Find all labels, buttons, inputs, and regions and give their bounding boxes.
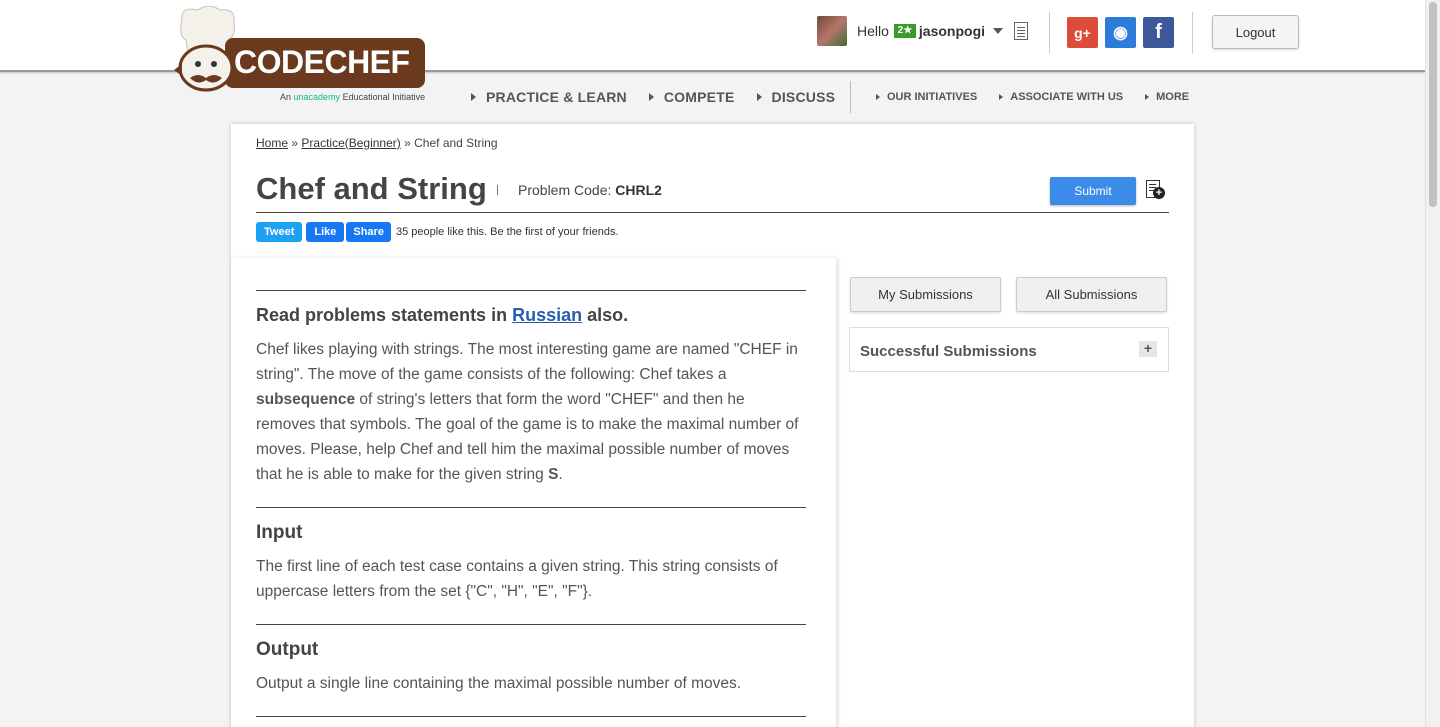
page-title: Chef and String [256,171,487,206]
nav-label: COMPETE [663,89,735,105]
logo-wordmark: CODECHEF [234,44,410,80]
secondary-nav: OUR INITIATIVES ASSOCIATE WITH US MORE [876,91,1211,103]
input-text: The first line of each test case contain… [256,558,778,600]
main-nav: PRACTICE & LEARN COMPETE DISCUSS [471,89,857,105]
tweet-button[interactable]: Tweet [256,222,303,242]
scrollbar-thumb[interactable] [1429,2,1437,207]
statement-text: Chef likes playing with strings. The mos… [256,341,798,383]
input-heading: Input [256,522,303,543]
caret-right-icon [648,93,654,101]
successful-submissions-panel[interactable]: Successful Submissions + [849,327,1169,372]
all-submissions-button[interactable]: All Submissions [1016,277,1167,312]
caret-right-icon [876,94,880,100]
translation-suffix: also. [587,305,629,325]
output-heading: Output [256,639,319,660]
section-rule [256,624,806,625]
tweet-label: Tweet [264,226,295,238]
problem-code-label: Problem Code: [518,182,612,198]
star-rating-badge: 2★ [893,24,916,38]
translation-prefix: Read problems statements in [256,305,508,325]
statement-bold: subsequence [256,391,356,408]
problem-code-value: CHRL2 [615,182,662,198]
breadcrumb-separator: » [291,136,299,150]
successful-submissions-label: Successful Submissions [860,343,1037,360]
logo-tagline: An unacademy Educational Initiative [280,92,425,102]
caret-right-icon [471,93,476,101]
notes-icon[interactable] [1014,22,1028,40]
submit-button[interactable]: Submit [1050,177,1136,205]
avatar[interactable] [817,16,847,46]
greeting-text: Hello [857,23,889,39]
problem-code: Problem Code: CHRL2 [518,182,662,198]
header-divider [1192,12,1193,54]
header-divider [1049,12,1050,54]
tagline-brand: unacademy [293,92,341,102]
google-plus-icon[interactable]: g+ [1067,17,1098,48]
tagline-prefix: An [280,92,292,102]
breadcrumb-current: Chef and String [414,136,498,150]
github-icon[interactable]: ◉ [1105,17,1136,48]
section-rule [256,507,806,508]
title-rule [256,212,1169,213]
nav-more[interactable]: MORE [1145,91,1189,103]
caret-right-icon [756,93,762,101]
statement-period: . [558,466,563,483]
nav-label: MORE [1156,91,1190,103]
nav-label: PRACTICE & LEARN [486,89,627,105]
nav-associate-with-us[interactable]: ASSOCIATE WITH US [999,91,1123,103]
page-scrollbar[interactable] [1425,0,1440,727]
nav-our-initiatives[interactable]: OUR INITIATIVES [876,91,977,103]
facebook-share-button[interactable]: Share [346,222,391,242]
problem-panel: Home » Practice(Beginner) » Chef and Str… [231,124,1194,727]
my-submissions-button[interactable]: My Submissions [850,277,1001,312]
like-label: Like [314,226,337,238]
nav-label: DISCUSS [771,89,836,105]
chevron-down-icon[interactable] [993,28,1004,34]
nav-label: ASSOCIATE WITH US [1010,91,1124,103]
expand-icon[interactable]: + [1139,341,1157,357]
breadcrumb-practice-link[interactable]: Practice(Beginner) [301,136,400,150]
facebook-like-button[interactable]: Like [306,222,345,242]
logout-button[interactable]: Logout [1212,15,1299,49]
statement-variable: S [548,466,559,483]
section-rule [256,290,806,291]
nav-practice-learn[interactable]: PRACTICE & LEARN [471,89,627,105]
nav-discuss[interactable]: DISCUSS [756,89,836,105]
user-menu[interactable]: Hello 2★ jasonpogi [817,16,1004,46]
output-text: Output a single line containing the maxi… [256,675,742,692]
tagline-suffix: Educational Initiative [342,92,426,102]
caret-right-icon [999,94,1004,100]
likes-count-text: 35 people like this. Be the first of you… [395,226,619,238]
section-rule [256,716,806,717]
username[interactable]: jasonpogi [919,23,985,39]
nav-label: OUR INITIATIVES [887,91,978,103]
statement-paragraph: Chef likes playing with strings. The mos… [256,337,806,487]
translation-heading: Read problems statements in Russian also… [256,305,628,326]
breadcrumb-separator: » [404,136,411,150]
title-divider [497,185,498,195]
nav-divider [850,81,851,113]
breadcrumb-home-link[interactable]: Home [256,136,288,150]
share-bar: Tweet Like Share 35 people like this. Be… [256,222,619,242]
user-greeting[interactable]: Hello 2★ jasonpogi [857,23,1004,39]
problem-statement [231,258,836,727]
codechef-logo[interactable]: CODECHEF An unacademy Educational Initia… [170,5,430,104]
russian-link[interactable]: Russian [512,305,582,325]
breadcrumb: Home » Practice(Beginner) » Chef and Str… [256,136,498,150]
caret-right-icon [1145,94,1150,100]
add-note-icon[interactable] [1146,180,1165,199]
facebook-icon[interactable]: f [1143,17,1174,48]
nav-compete[interactable]: COMPETE [648,89,735,105]
